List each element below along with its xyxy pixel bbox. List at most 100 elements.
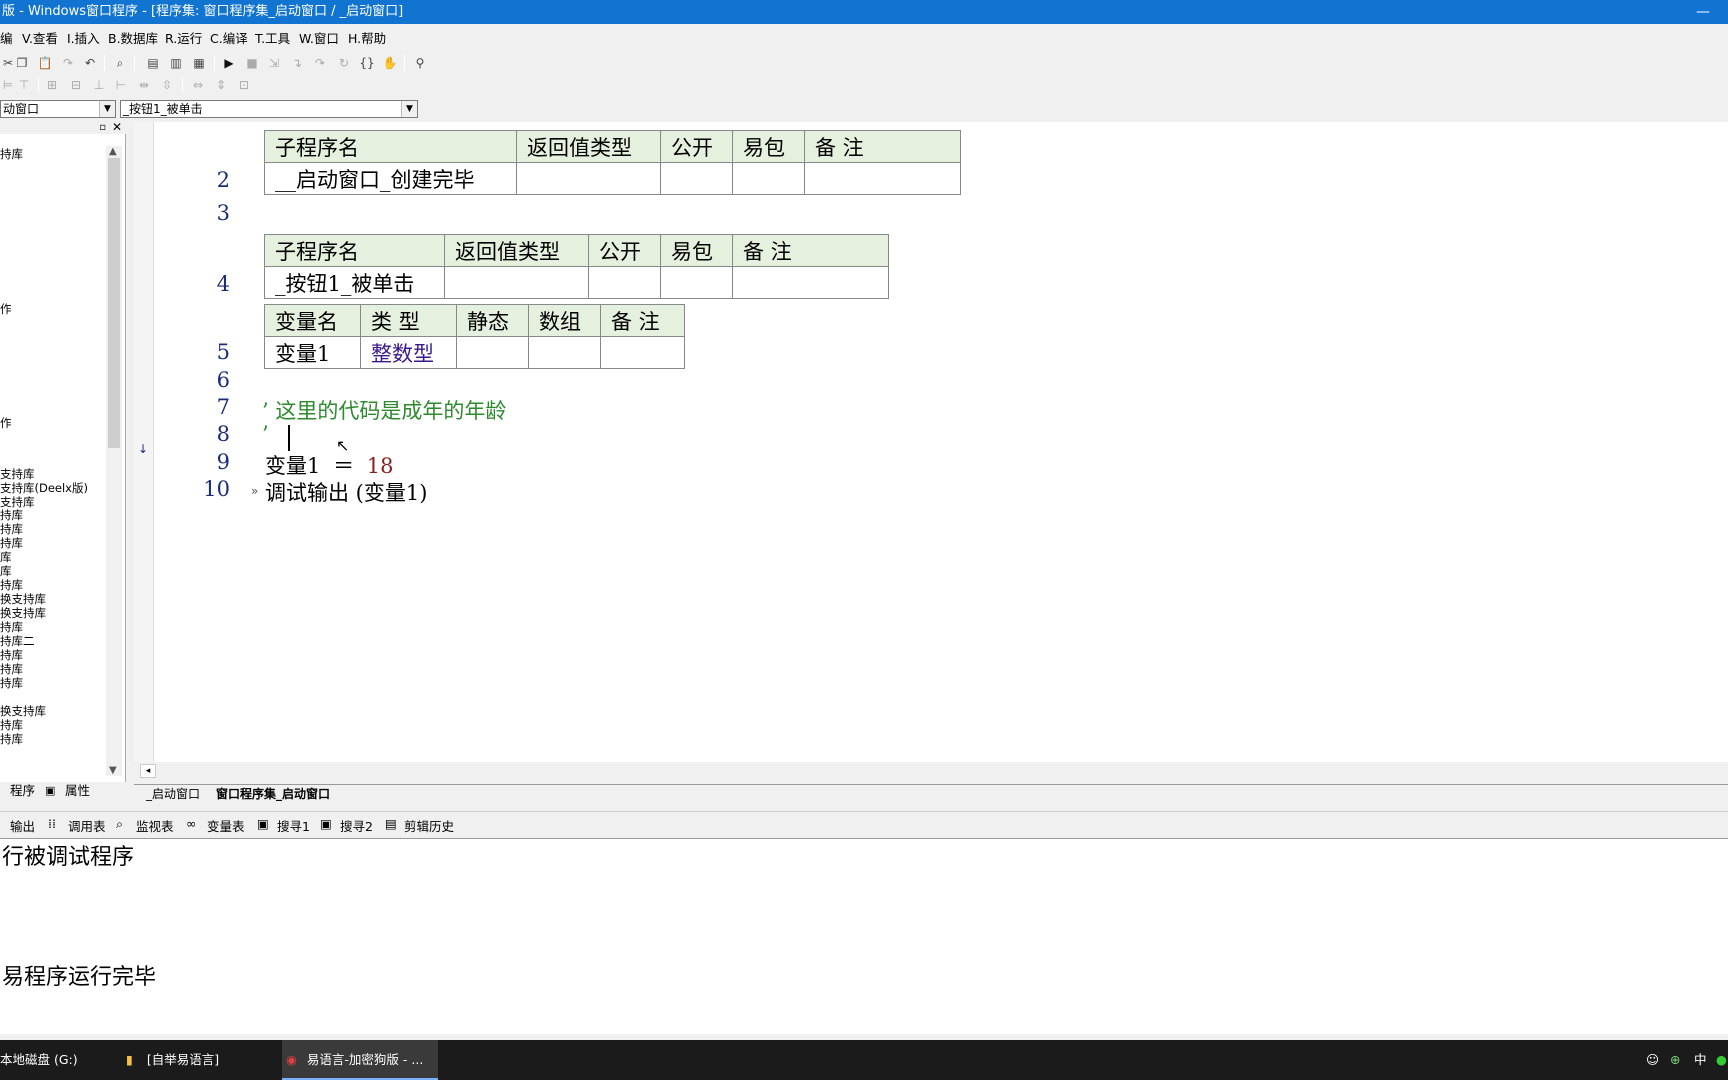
tree-item[interactable]: 支持库 bbox=[0, 468, 35, 481]
tree-scrollbar[interactable]: ▲ ▼ bbox=[106, 146, 122, 776]
menu-view[interactable]: V.查看 bbox=[22, 28, 58, 50]
h-space-icon[interactable]: ⇹ bbox=[136, 77, 152, 93]
close-icon[interactable]: ✕ bbox=[112, 120, 122, 134]
binoculars-icon[interactable]: ⚲ bbox=[412, 55, 428, 71]
layout2-icon[interactable]: ▥ bbox=[168, 55, 184, 71]
tree-item[interactable]: 库 bbox=[0, 551, 12, 564]
redo-icon[interactable]: ↷ bbox=[60, 55, 76, 71]
tree-item[interactable]: 持库 bbox=[0, 148, 23, 161]
step-out-icon[interactable]: ↻ bbox=[336, 55, 352, 71]
code-call[interactable]: 调试输出 (变量1) bbox=[265, 477, 427, 507]
tab-variables[interactable]: 变量表 bbox=[207, 816, 245, 835]
taskbar-item-drive[interactable]: 本地磁盘 (G:) bbox=[0, 1040, 112, 1080]
tree-item[interactable]: 作 bbox=[0, 417, 12, 430]
tab-watch[interactable]: 监视表 bbox=[136, 816, 174, 835]
network-icon[interactable]: ● bbox=[1716, 1040, 1727, 1080]
run-icon[interactable]: ▶ bbox=[221, 55, 237, 71]
cell[interactable] bbox=[732, 266, 889, 299]
menu-database[interactable]: B.数据库 bbox=[108, 28, 158, 50]
chevron-down-icon[interactable]: ▼ bbox=[401, 101, 417, 117]
subroutine-name-cell[interactable]: _按钮1_被单击 bbox=[264, 266, 445, 299]
tree-item[interactable]: 持库 bbox=[0, 509, 23, 522]
subroutine-name-cell[interactable]: __启动窗口_创建完毕 bbox=[264, 162, 517, 195]
menu-insert[interactable]: I.插入 bbox=[67, 28, 100, 50]
tree-item[interactable]: 持库 bbox=[0, 663, 23, 676]
taskbar-item-elang[interactable]: ◉ 易语言-加密狗版 - ... bbox=[282, 1040, 438, 1080]
tree-item[interactable]: 持库 bbox=[0, 677, 23, 690]
tree-item[interactable]: 支持库(Deelx版) bbox=[0, 482, 88, 495]
undo-icon[interactable]: ↶ bbox=[82, 55, 98, 71]
tab-program[interactable]: 程序 bbox=[10, 782, 35, 800]
grid-icon[interactable]: ⊡ bbox=[236, 77, 252, 93]
code-assignment[interactable]: 变量1 ＝ 18 bbox=[265, 450, 393, 480]
menu-window[interactable]: W.窗口 bbox=[299, 28, 339, 50]
tree-item[interactable]: 持库 bbox=[0, 579, 23, 592]
align-top-icon[interactable]: ⊤ bbox=[16, 77, 32, 93]
minimize-button[interactable]: — bbox=[1696, 0, 1710, 24]
tab-search2[interactable]: 搜寻2 bbox=[340, 816, 373, 835]
tree-item[interactable]: 持库 bbox=[0, 733, 23, 746]
same-width-icon[interactable]: ⊥ bbox=[91, 77, 107, 93]
same-height-icon[interactable]: ⊢ bbox=[113, 77, 129, 93]
variable-name-cell[interactable]: 变量1 bbox=[264, 336, 361, 369]
layout1-icon[interactable]: ▤ bbox=[145, 55, 161, 71]
tab-properties[interactable]: 属性 bbox=[65, 782, 90, 800]
tab-call-stack[interactable]: 调用表 bbox=[68, 816, 106, 835]
pin-icon[interactable]: ▫ bbox=[99, 122, 106, 133]
output-pane[interactable]: 行被调试程序 易程序运行完毕 bbox=[0, 838, 1728, 1034]
code-editor[interactable]: ↓ 2 子程序名 返回值类型 公开 易包 备 注 __启动窗口_创建完毕 3 4… bbox=[134, 122, 1728, 780]
tab-clip-history[interactable]: 剪辑历史 bbox=[404, 816, 454, 835]
scroll-left-icon[interactable]: ◂ bbox=[140, 764, 156, 778]
editor-horizontal-scrollbar[interactable]: ◂ bbox=[134, 762, 1728, 780]
cell[interactable] bbox=[660, 162, 733, 195]
cell[interactable] bbox=[516, 162, 661, 195]
braces-icon[interactable]: {} bbox=[359, 55, 375, 71]
method-combo[interactable]: _按钮1_被单击 ▼ bbox=[120, 100, 418, 118]
cell[interactable] bbox=[600, 336, 685, 369]
tree-item[interactable]: 持库二 bbox=[0, 635, 35, 648]
menu-tools[interactable]: T.工具 bbox=[255, 28, 290, 50]
tree-item[interactable]: 库 bbox=[0, 565, 12, 578]
step-into-icon[interactable]: ↴ bbox=[289, 55, 305, 71]
menu-edit[interactable]: 编 bbox=[0, 28, 13, 50]
find-icon[interactable]: ⌕ bbox=[112, 55, 128, 71]
tray-icon[interactable]: ☺ bbox=[1646, 1040, 1659, 1080]
stop-icon[interactable]: ■ bbox=[244, 55, 260, 71]
cell[interactable] bbox=[732, 162, 805, 195]
tab-output[interactable]: 输出 bbox=[10, 816, 35, 835]
scroll-thumb[interactable] bbox=[108, 158, 120, 448]
tree-item[interactable]: 换支持库 bbox=[0, 593, 46, 606]
menu-compile[interactable]: C.编译 bbox=[210, 28, 248, 50]
code-comment[interactable]: ’ bbox=[262, 422, 269, 446]
ime-indicator[interactable]: 中 bbox=[1694, 1040, 1707, 1080]
step-icon[interactable]: ⇲ bbox=[266, 55, 282, 71]
align-middle-icon[interactable]: ⊟ bbox=[68, 77, 84, 93]
v-space-icon[interactable]: ⇳ bbox=[159, 77, 175, 93]
cell[interactable] bbox=[444, 266, 589, 299]
align-center-icon[interactable]: ⊞ bbox=[44, 77, 60, 93]
scroll-up-icon[interactable]: ▲ bbox=[109, 146, 117, 157]
tree-item[interactable]: 换支持库 bbox=[0, 607, 46, 620]
tree-item[interactable]: 持库 bbox=[0, 523, 23, 536]
tree-item[interactable]: 作 bbox=[0, 303, 12, 316]
copy-icon[interactable]: ❐ bbox=[14, 55, 30, 71]
step-over-icon[interactable]: ↷ bbox=[312, 55, 328, 71]
tree-item[interactable]: 持库 bbox=[0, 649, 23, 662]
center-v-icon[interactable]: ⇕ bbox=[213, 77, 229, 93]
tab-search1[interactable]: 搜寻1 bbox=[277, 816, 310, 835]
taskbar-item-folder[interactable]: ▮ [自举易语言] bbox=[126, 1040, 268, 1080]
menu-run[interactable]: R.运行 bbox=[165, 28, 202, 50]
object-combo[interactable]: 动窗口 ▼ bbox=[0, 100, 116, 118]
tree-item[interactable]: 持库 bbox=[0, 719, 23, 732]
scroll-down-icon[interactable]: ▼ bbox=[109, 765, 117, 776]
cell[interactable] bbox=[528, 336, 601, 369]
tab-window-assembly[interactable]: 窗口程序集_启动窗口 bbox=[216, 786, 330, 802]
menu-help[interactable]: H.帮助 bbox=[348, 28, 386, 50]
cell[interactable] bbox=[804, 162, 961, 195]
code-comment[interactable]: ’ 这里的代码是成年的年龄 bbox=[262, 395, 506, 425]
plus-icon[interactable]: ⊕ bbox=[1670, 1040, 1680, 1080]
cell[interactable] bbox=[456, 336, 529, 369]
center-h-icon[interactable]: ⇔ bbox=[190, 77, 206, 93]
tree-item[interactable]: 持库 bbox=[0, 621, 23, 634]
hand-icon[interactable]: ✋ bbox=[382, 55, 398, 71]
